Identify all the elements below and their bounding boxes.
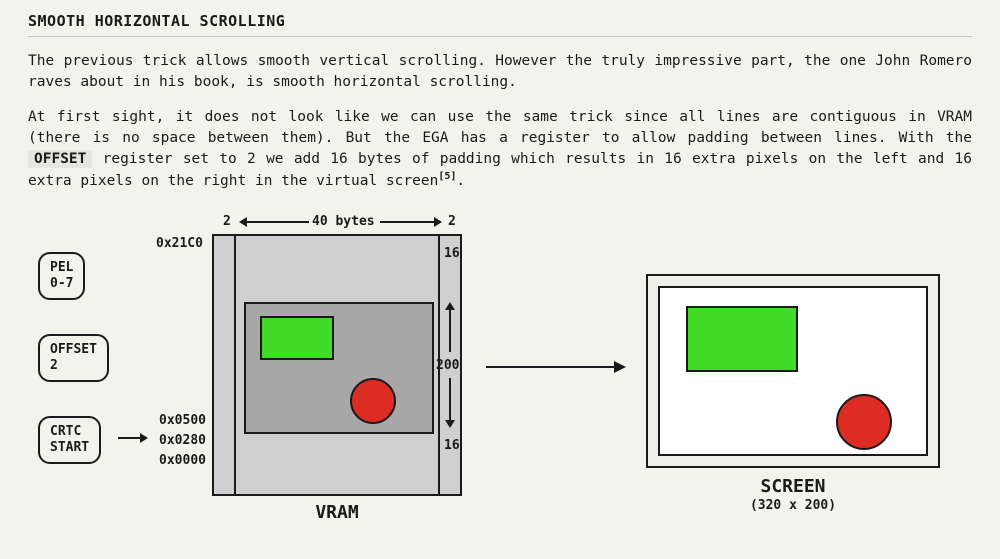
screen-display [658, 286, 928, 456]
offset-register-code: OFFSET [28, 150, 92, 168]
arrow-width-left [239, 216, 309, 228]
screen-green-rect [686, 306, 798, 372]
pill-offset: OFFSET 2 [38, 334, 109, 383]
vram-green-rect [260, 316, 334, 360]
para2-b: register set to 2 we add 16 bytes of pad… [28, 151, 972, 189]
section-title: SMOOTH HORIZONTAL SCROLLING [28, 12, 972, 37]
vram-box [212, 234, 462, 496]
arrow-height-up [444, 302, 456, 352]
pad-right-label: 2 [448, 214, 456, 229]
pad-bottom-label: 16 [444, 438, 460, 453]
screen-red-circle [836, 394, 892, 450]
vram-addr-top: 0x21C0 [156, 236, 203, 251]
arrow-width-right [380, 216, 442, 228]
arrow-height-down [444, 378, 456, 428]
paragraph-1: The previous trick allows smooth vertica… [28, 51, 972, 93]
arrow-crtc-to-addr [118, 432, 148, 444]
screen-resolution: (320 x 200) [646, 498, 940, 513]
virtual-screen-rect [244, 302, 434, 434]
para2-a: At first sight, it does not look like we… [28, 109, 972, 146]
figure-horizontal-scrolling: PEL 0-7 OFFSET 2 CRTC START 0x21C0 0x050… [28, 206, 972, 536]
vram-caption: VRAM [212, 502, 462, 523]
pad-top-label: 16 [444, 246, 460, 261]
bytes-width-label: 40 bytes [312, 214, 375, 229]
para2-c: . [456, 173, 465, 189]
pill-crtc-start: CRTC START [38, 416, 101, 465]
pill-pel: PEL 0-7 [38, 252, 85, 301]
screen-caption: SCREEN [646, 476, 940, 497]
vram-red-circle [350, 378, 396, 424]
arrow-vram-to-screen [486, 360, 626, 374]
screen-bezel [646, 274, 940, 468]
vram-addr-stack: 0x0500 0x0280 0x0000 [150, 411, 206, 471]
paragraph-2: At first sight, it does not look like we… [28, 107, 972, 192]
height-200-label: 200 [436, 358, 459, 373]
pad-left-label: 2 [223, 214, 231, 229]
footnote-ref-5: [5] [438, 171, 456, 182]
vram-partition-left [234, 236, 236, 494]
